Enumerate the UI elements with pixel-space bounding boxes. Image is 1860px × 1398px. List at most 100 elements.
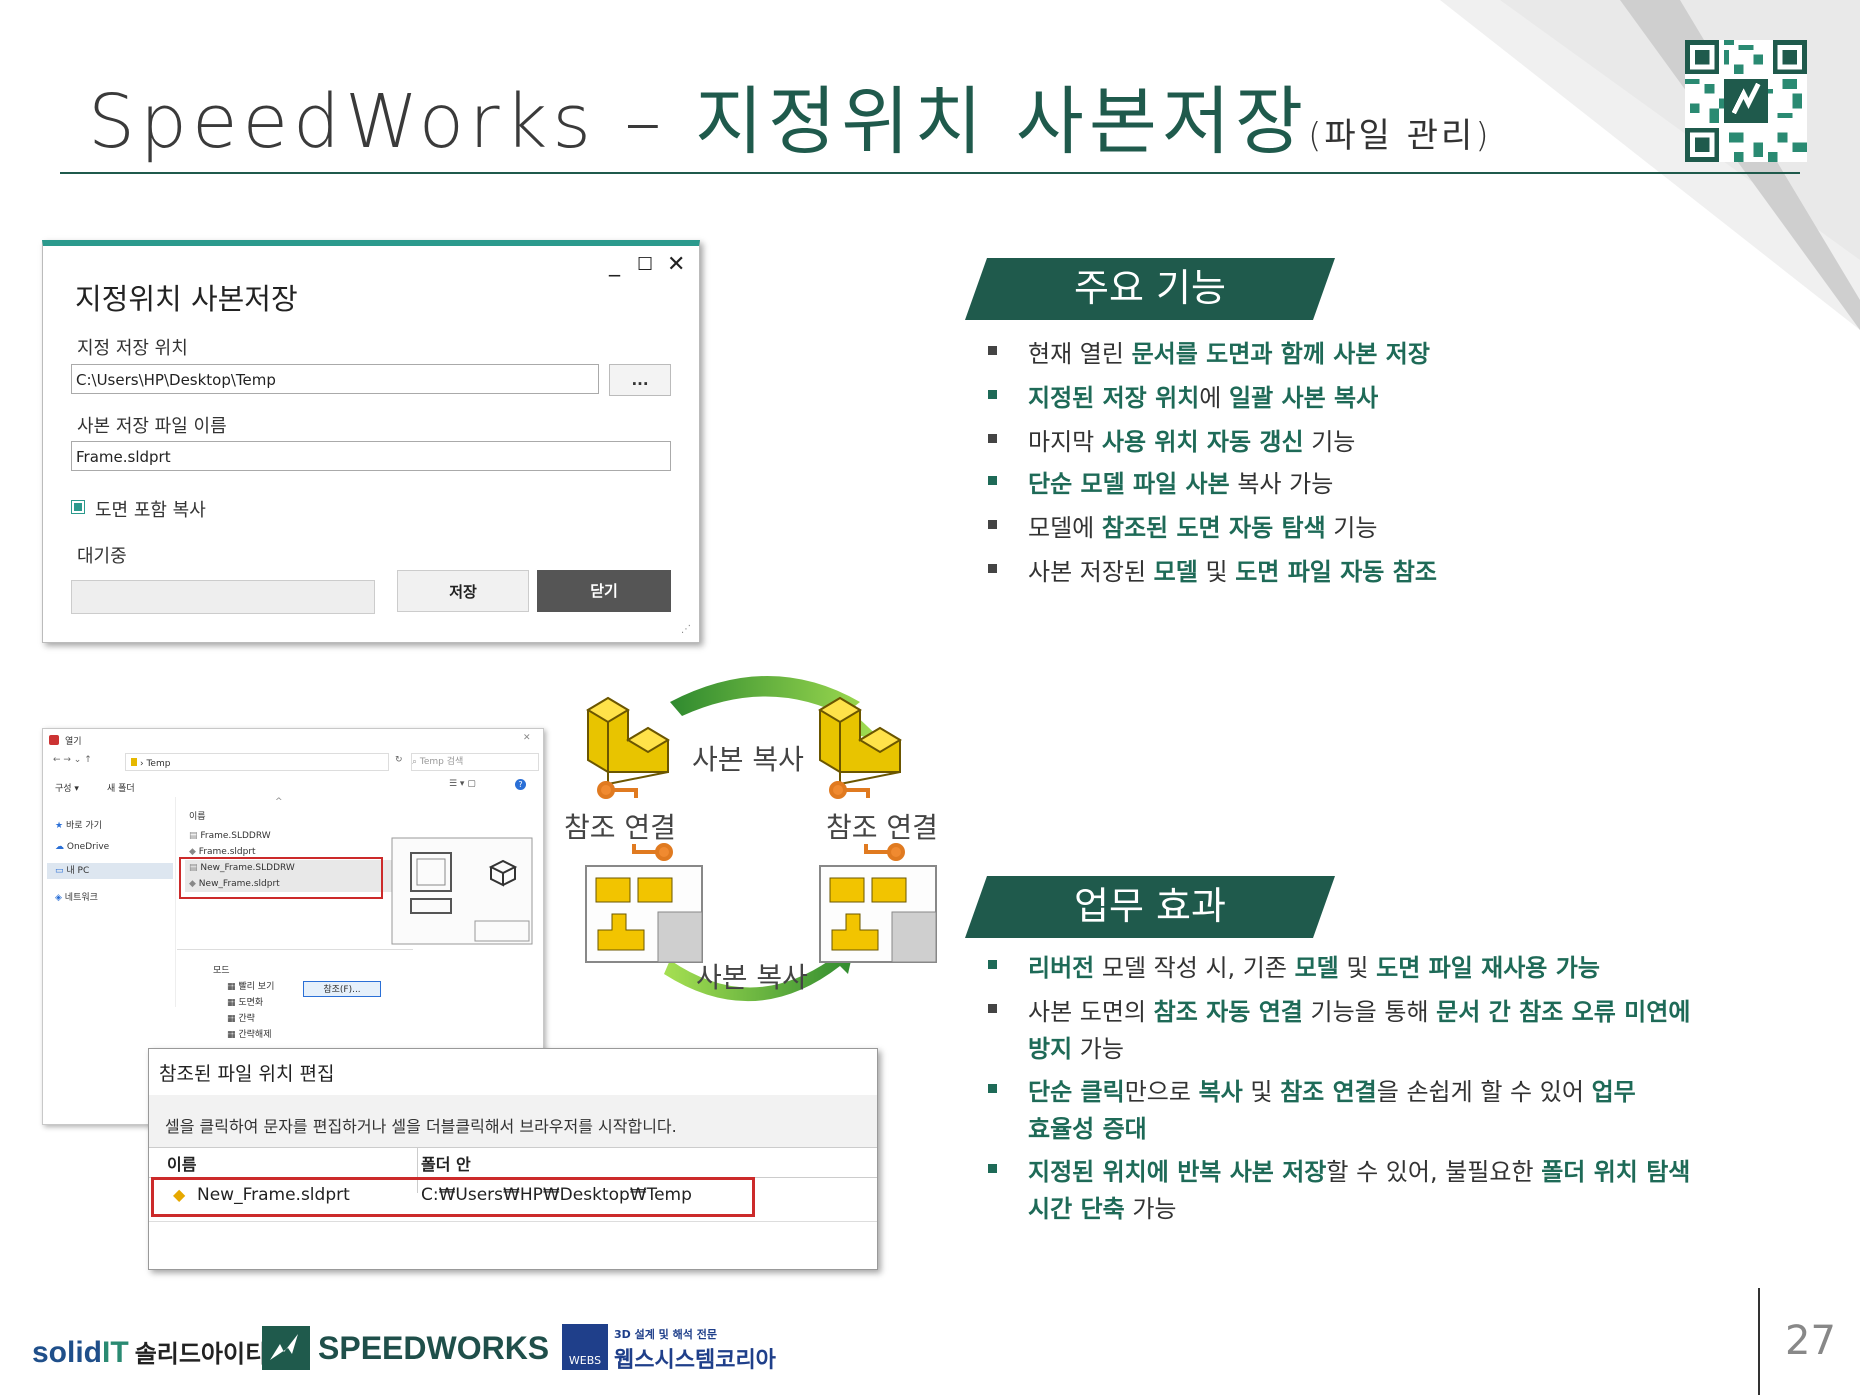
mode-option[interactable]: ▦ 도면화 [227,995,263,1008]
nav-item-network[interactable]: ◈ 네트워크 [55,890,98,903]
save-button[interactable]: 저장 [397,570,529,612]
speedworks-logo-text: SPEEDWORKS [318,1330,550,1366]
filename-input[interactable]: Frame.sldprt [71,441,671,471]
section-title-features: 주요 기능 [1074,266,1226,310]
highlight-box [151,1177,755,1217]
bullet-segment: 가능 [1124,1195,1177,1223]
folder-icon [131,758,137,766]
bullet-segment: 기능을 통해 [1302,998,1437,1026]
bullet-line: 단순 모델 파일 사본 복사 가능 [1028,466,1333,503]
horizontal-scrollbar[interactable] [177,949,413,958]
bullet-segment: 일괄 사본 복사 [1229,384,1379,412]
resize-grip[interactable]: ⋰ [681,624,691,635]
bullet-marker [988,960,997,969]
bullet-segment: 모델 작성 시, 기존 [1094,954,1295,982]
bullet-segment: 기능 [1325,514,1378,542]
bullet-segment: 사본 도면의 [1028,998,1154,1026]
bullet-segment: 단순 모델 파일 사본 [1028,470,1230,498]
help-icon[interactable]: ? [515,779,526,790]
cloud-icon: ☁ [55,842,67,852]
bullet-line: 지정된 저장 위치에 일괄 사본 복사 [1028,380,1378,417]
bullet-line: 효율성 증대 [1028,1111,1636,1148]
part-file-icon: ◆ [189,847,199,857]
bullet-segment: 에 [1199,384,1229,412]
page-title: SpeedWorks – 지정위치 사본저장(파일 관리) [88,79,1492,165]
maximize-button[interactable]: ☐ [637,254,653,275]
mode-icon: ▦ [227,982,239,992]
bullet-segment: 모델에 [1028,514,1102,542]
bullet-line: 리버전 모델 작성 시, 기존 모델 및 도면 파일 재사용 가능 [1028,950,1600,987]
ref-col-folder[interactable]: 폴더 안 [421,1151,471,1175]
new-folder-button[interactable]: 새 폴더 [107,781,135,794]
address-bar[interactable]: › Temp [125,753,389,771]
mode-icon: ▦ [227,998,239,1008]
bullet-segment: 만으로 [1124,1078,1199,1106]
progress-bar [71,580,375,614]
bullet-text: 사본 저장된 모델 및 도면 파일 자동 참조 [1028,554,1437,591]
bullet-line: 시간 단축 가능 [1028,1191,1690,1228]
mode-label: 모드 [213,966,230,976]
bullet-marker [988,1004,997,1013]
nav-item-quick[interactable]: ★ 바로 가기 [55,818,102,831]
bullet-segment: 및 [1242,1078,1281,1106]
bullet-segment: 도면 파일 자동 참조 [1235,558,1437,586]
file-row[interactable]: ▤ Frame.SLDDRW [189,831,271,841]
minimize-button[interactable]: _ [609,252,620,277]
bullet-segment: 모델 [1153,558,1198,586]
explorer-title: 열기 [65,737,82,747]
address-path: Temp [146,759,171,769]
bullet-line: 모델에 참조된 도면 자동 탐색 기능 [1028,510,1377,547]
bullet-marker [988,520,997,529]
mode-option[interactable]: ▦ 빨리 보기 [227,979,274,992]
footer-divider [1758,1288,1760,1395]
bullet-segment: 방지 [1028,1035,1073,1063]
mode-option[interactable]: ▦ 간략 [227,1011,255,1024]
section-title-effects: 업무 효과 [1074,884,1226,928]
bullet-text: 모델에 참조된 도면 자동 탐색 기능 [1028,510,1377,547]
diagram-label-link-left: 참조 연결 [564,811,676,844]
checkbox-label: 도면 포함 복사 [95,500,206,521]
highlight-box [179,857,383,899]
mode-option[interactable]: ▦ 간략해제 [227,1027,272,1040]
bullet-segment: 참조 연결 [1280,1078,1377,1106]
computer-icon: ▭ [55,866,67,876]
nav-item-onedrive[interactable]: ☁ OneDrive [55,842,109,852]
explorer-close-icon[interactable]: ✕ [523,733,531,743]
diagram-label-copy-bottom: 사본 복사 [696,961,808,994]
ref-col-name[interactable]: 이름 [167,1151,196,1175]
ref-dialog-hint: 셀을 클릭하여 문자를 편집하거나 셀을 더블클릭해서 브라우저를 시작합니다. [165,1117,677,1136]
close-icon[interactable]: ✕ [667,252,685,277]
organize-button[interactable]: 구성 ▾ [55,781,79,794]
file-row[interactable]: ◆ Frame.sldprt [189,847,256,857]
diagram-label-link-right: 참조 연결 [826,811,938,844]
search-input[interactable]: ⌕ Temp 검색 [411,753,539,771]
column-name[interactable]: 이름 [189,809,206,822]
preview-thumbnail [391,837,533,945]
bullet-marker [988,346,997,355]
bullet-segment: 시간 단축 [1028,1195,1125,1223]
refresh-icon[interactable]: ↻ [395,755,403,765]
close-button[interactable]: 닫기 [537,570,671,612]
browse-button[interactable]: ... [609,364,671,396]
nav-arrows[interactable]: ← → ⌄ ↑ [53,755,92,765]
webs-logo-tagline: 3D 설계 및 해석 전문 [614,1328,717,1341]
bullet-text: 지정된 위치에 반복 사본 저장할 수 있어, 불필요한 폴더 위치 탐색 시간 … [1028,1154,1690,1228]
star-icon: ★ [55,821,66,831]
location-input[interactable]: C:\Users\HP\Desktop\Temp [71,364,599,394]
mode-icon: ▦ [227,1030,239,1040]
bullet-line: 방지 가능 [1028,1031,1690,1068]
search-placeholder: Temp 검색 [419,757,464,767]
bullet-line: 사본 도면의 참조 자동 연결 기능을 통해 문서 간 참조 오류 미연에 [1028,994,1690,1031]
solidworks-icon [49,735,59,745]
include-drawing-checkbox[interactable] [71,500,85,514]
view-icon[interactable]: ☰ ▾ ▢ [449,779,476,789]
bullet-segment: 복사 가능 [1229,470,1334,498]
bullet-segment: 지정된 저장 위치 [1028,384,1200,412]
references-button[interactable]: 참조(F)... [303,981,381,997]
bullet-marker [988,390,997,399]
nav-item-pc[interactable]: ▭ 내 PC [47,863,173,879]
row-divider [149,1221,877,1222]
bullet-line: 마지막 사용 위치 자동 갱신 기능 [1028,424,1355,461]
bullet-text: 리버전 모델 작성 시, 기존 모델 및 도면 파일 재사용 가능 [1028,950,1600,987]
bullet-marker [988,564,997,573]
